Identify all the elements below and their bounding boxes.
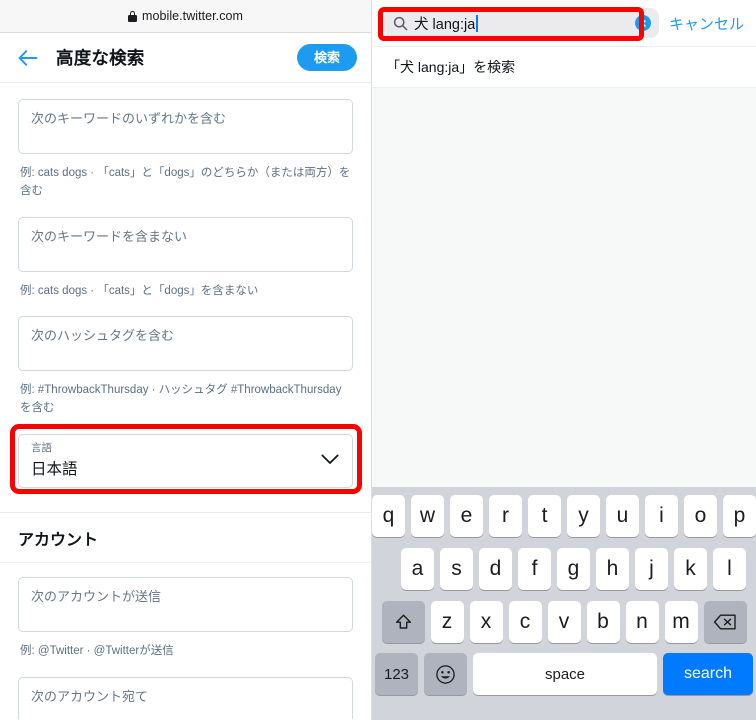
key-c[interactable]: c bbox=[508, 601, 542, 643]
key-t[interactable]: t bbox=[528, 495, 561, 537]
field-group-any-words: 例: cats dogs · 「cats」と「dogs」のどちらか（または両方）… bbox=[0, 83, 371, 201]
numbers-key[interactable]: 123 bbox=[375, 653, 418, 695]
any-words-input[interactable] bbox=[18, 99, 353, 154]
advanced-search-form: 例: cats dogs · 「cats」と「dogs」のどちらか（または両方）… bbox=[0, 83, 371, 719]
key-p[interactable]: p bbox=[723, 495, 756, 537]
key-i[interactable]: i bbox=[645, 495, 678, 537]
key-s[interactable]: s bbox=[440, 548, 473, 590]
from-account-hint: 例: @Twitter · @Twitterが送信 bbox=[20, 645, 174, 658]
key-d[interactable]: d bbox=[479, 548, 512, 590]
any-words-hint: 例: cats dogs · 「cats」と「dogs」のどちらか（または両方）… bbox=[20, 167, 351, 197]
none-words-input[interactable] bbox=[18, 216, 353, 272]
field-group-from-account: 例: @Twitter · @Twitterが送信 bbox=[0, 577, 371, 661]
search-suggestion-label: 「犬 lang:ja」を検索 bbox=[386, 59, 516, 75]
search-icon bbox=[393, 16, 408, 31]
shift-arrow-icon[interactable] bbox=[381, 601, 425, 643]
key-u[interactable]: u bbox=[606, 495, 639, 537]
backspace-icon[interactable] bbox=[703, 601, 747, 643]
section-divider-2 bbox=[0, 562, 371, 564]
keyboard-row-1: q w e r t y u i o p bbox=[372, 495, 756, 537]
search-suggestion-item[interactable]: 「犬 lang:ja」を検索 bbox=[372, 46, 756, 88]
field-group-hashtags: 例: #ThrowbackThursday · ハッシュタグ #Throwbac… bbox=[0, 316, 371, 418]
clear-circle-icon[interactable] bbox=[634, 15, 651, 31]
search-input-value: 犬 lang:ja bbox=[414, 16, 476, 33]
lock-icon bbox=[128, 10, 138, 22]
on-screen-keyboard: q w e r t y u i o p a s d f g h j k l z … bbox=[372, 487, 756, 720]
keyboard-row-4: 123 space search bbox=[375, 653, 753, 695]
browser-address-bar[interactable]: mobile.twitter.com bbox=[0, 0, 371, 33]
search-overlay-panel: 犬 lang:ja キャンセル 「犬 lang:ja」を検索 q w e r t… bbox=[372, 0, 756, 720]
key-q[interactable]: q bbox=[372, 495, 405, 537]
key-x[interactable]: x bbox=[469, 601, 503, 643]
suggestion-empty-area bbox=[372, 88, 756, 488]
key-f[interactable]: f bbox=[518, 548, 551, 590]
key-y[interactable]: y bbox=[567, 495, 600, 537]
key-n[interactable]: n bbox=[625, 601, 659, 643]
keyboard-search-key[interactable]: search bbox=[663, 653, 753, 695]
language-select-value: 日本語 bbox=[31, 460, 78, 478]
language-select-wrapper: 言語 日本語 bbox=[0, 424, 371, 495]
key-z[interactable]: z bbox=[430, 601, 464, 643]
key-j[interactable]: j bbox=[635, 548, 668, 590]
screenshot-root: mobile.twitter.com 高度な検索 検索 例: cats dogs… bbox=[0, 0, 756, 720]
url-text: mobile.twitter.com bbox=[142, 9, 243, 23]
key-r[interactable]: r bbox=[489, 495, 522, 537]
cancel-button[interactable]: キャンセル bbox=[669, 13, 746, 34]
space-key[interactable]: space bbox=[473, 653, 657, 695]
hashtags-hint: 例: #ThrowbackThursday · ハッシュタグ #Throwbac… bbox=[20, 384, 342, 415]
none-words-hint: 例: cats dogs · 「cats」と「dogs」を含まない bbox=[20, 284, 259, 297]
field-group-none-words: 例: cats dogs · 「cats」と「dogs」を含まない bbox=[0, 216, 371, 301]
key-b[interactable]: b bbox=[586, 601, 620, 643]
advanced-search-panel: mobile.twitter.com 高度な検索 検索 例: cats dogs… bbox=[0, 0, 372, 720]
app-header: 高度な検索 検索 bbox=[0, 33, 371, 83]
key-k[interactable]: k bbox=[674, 548, 707, 590]
to-account-input[interactable] bbox=[18, 676, 353, 719]
emoji-face-icon[interactable] bbox=[424, 653, 467, 695]
field-group-to-account: 例: @Twitter · @Twitterへの返信として送信 bbox=[0, 676, 371, 719]
from-account-input[interactable] bbox=[18, 577, 353, 633]
key-m[interactable]: m bbox=[664, 601, 698, 643]
keyboard-row-3: z x c v b n m bbox=[375, 601, 753, 643]
search-bar-row: 犬 lang:ja キャンセル bbox=[372, 0, 756, 46]
text-caret bbox=[476, 14, 478, 32]
language-select[interactable]: 言語 日本語 bbox=[18, 434, 353, 489]
key-o[interactable]: o bbox=[684, 495, 717, 537]
key-l[interactable]: l bbox=[713, 548, 746, 590]
search-input[interactable]: 犬 lang:ja bbox=[384, 8, 659, 38]
hashtags-input[interactable] bbox=[18, 316, 353, 372]
keyboard-bottom-spacer bbox=[375, 695, 753, 713]
search-submit-button[interactable]: 検索 bbox=[296, 44, 357, 71]
back-arrow-icon[interactable] bbox=[14, 44, 42, 72]
language-select-label: 言語 bbox=[31, 442, 52, 455]
key-a[interactable]: a bbox=[401, 548, 434, 590]
key-g[interactable]: g bbox=[557, 548, 590, 590]
key-h[interactable]: h bbox=[596, 548, 629, 590]
page-title: 高度な検索 bbox=[56, 48, 145, 68]
key-v[interactable]: v bbox=[547, 601, 581, 643]
key-w[interactable]: w bbox=[411, 495, 444, 537]
key-e[interactable]: e bbox=[450, 495, 483, 537]
keyboard-row-2: a s d f g h j k l bbox=[375, 548, 753, 590]
account-section-title: アカウント bbox=[18, 532, 99, 550]
chevron-down-icon bbox=[321, 452, 339, 470]
